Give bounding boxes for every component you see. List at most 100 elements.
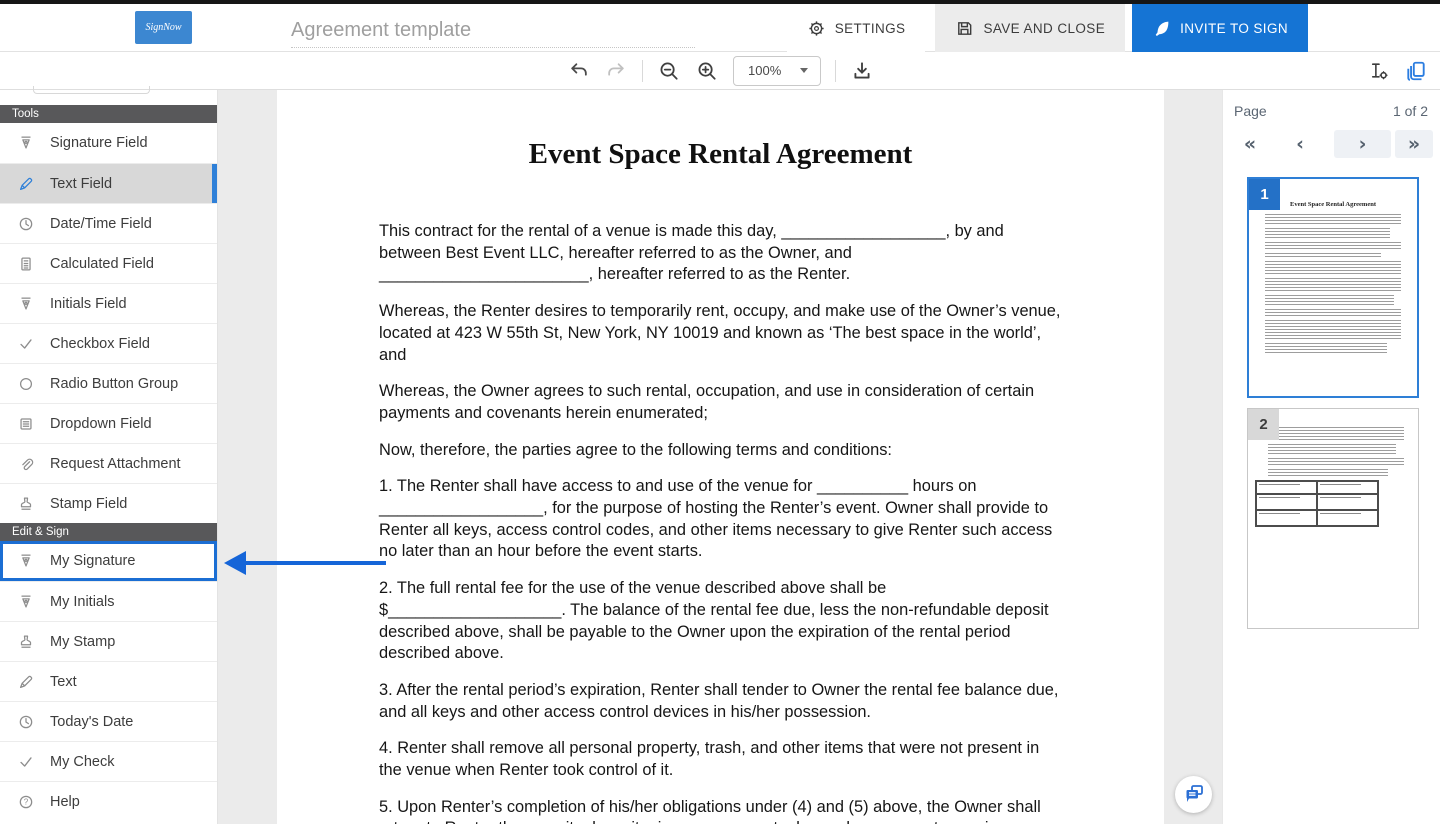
sidebar-item-text[interactable]: Text: [0, 661, 217, 701]
sidebar-item-label: Stamp Field: [50, 496, 127, 512]
toolbar-center-group: 100%: [566, 52, 874, 89]
save-and-close-label: SAVE AND CLOSE: [983, 21, 1105, 36]
sidebar-item-my-initials[interactable]: My Initials: [0, 581, 217, 621]
redo-button[interactable]: [604, 59, 628, 83]
paragraph: 5. Upon Renter’s completion of his/her o…: [379, 797, 1064, 824]
field-settings-icon[interactable]: [1366, 59, 1390, 83]
previous-page-button[interactable]: ‹: [1285, 130, 1315, 158]
document-canvas[interactable]: Event Space Rental Agreement This contra…: [218, 90, 1222, 824]
download-button[interactable]: [850, 59, 874, 83]
last-page-button[interactable]: »: [1395, 130, 1433, 158]
pen-nib-icon: [16, 551, 36, 571]
edit-sign-section-header: Edit & Sign: [0, 523, 217, 541]
zoom-level-value: 100%: [748, 63, 781, 78]
paragraph: Whereas, the Owner agrees to such rental…: [379, 381, 1064, 424]
sidebar-item-my-stamp[interactable]: My Stamp: [0, 621, 217, 661]
sidebar-item-label: Text: [50, 674, 77, 690]
signature-table-cell: [1256, 510, 1317, 526]
clock-icon: [16, 214, 36, 234]
paragraph: 2. The full rental fee for the use of th…: [379, 578, 1064, 665]
zoom-in-button[interactable]: [695, 59, 719, 83]
paragraph: Whereas, the Renter desires to temporari…: [379, 301, 1064, 366]
circle-icon: [16, 374, 36, 394]
sidebar-item-my-check[interactable]: My Check: [0, 741, 217, 781]
sidebar-item-label: Help: [50, 794, 80, 810]
paragraph: Now, therefore, the parties agree to the…: [379, 440, 1064, 462]
calculator-icon: [16, 254, 36, 274]
sidebar-item-label: Text Field: [50, 176, 112, 192]
paperclip-icon: [16, 454, 36, 474]
page-thumbnail-2[interactable]: 2: [1247, 408, 1419, 629]
undo-button[interactable]: [566, 59, 590, 83]
save-and-close-button[interactable]: SAVE AND CLOSE: [935, 4, 1125, 52]
gear-icon: [807, 19, 826, 38]
chat-feedback-button[interactable]: [1175, 776, 1212, 813]
sidebar-item-label: My Signature: [50, 553, 135, 569]
sidebar-item-text-field[interactable]: Text Field: [0, 163, 217, 203]
settings-button[interactable]: SETTINGS: [787, 4, 926, 52]
signature-table-cell: [1256, 481, 1317, 494]
sidebar-item-label: Today's Date: [50, 714, 133, 730]
sidebar-item-datetime-field[interactable]: Date/Time Field: [0, 203, 217, 243]
sidebar-item-initials-field[interactable]: Initials Field: [0, 283, 217, 323]
toolbar-divider: [835, 60, 836, 82]
sidebar-item-calculated-field[interactable]: Calculated Field: [0, 243, 217, 283]
tools-section-header: Tools: [0, 105, 217, 123]
settings-label: SETTINGS: [835, 21, 906, 36]
stamp-icon: [16, 494, 36, 514]
sidebar-item-radio-button-group[interactable]: Radio Button Group: [0, 363, 217, 403]
page-thumbnail-1[interactable]: 1 Event Space Rental Agreement: [1247, 177, 1419, 398]
feather-icon: [1152, 19, 1171, 38]
page-indicator-row: Page 1 of 2: [1234, 103, 1428, 119]
sidebar-item-request-attachment[interactable]: Request Attachment: [0, 443, 217, 483]
sidebar-item-label: Calculated Field: [50, 256, 154, 272]
pencil-icon: [16, 174, 36, 194]
sidebar-item-label: Dropdown Field: [50, 416, 152, 432]
save-icon: [955, 19, 974, 38]
first-page-button[interactable]: «: [1235, 130, 1265, 158]
paragraph: This contract for the rental of a venue …: [379, 221, 1064, 286]
invite-to-sign-button[interactable]: INVITE TO SIGN: [1132, 4, 1308, 52]
page-navigation: « ‹ › »: [1223, 130, 1440, 158]
signnow-logo: SignNow: [135, 11, 192, 44]
sidebar-item-my-signature[interactable]: My Signature: [0, 541, 217, 581]
thumbnail-text-preview: [1268, 427, 1404, 476]
help-icon: ?: [16, 792, 36, 812]
sidebar-item-dropdown-field[interactable]: Dropdown Field: [0, 403, 217, 443]
document-title-input[interactable]: Agreement template: [291, 14, 695, 48]
page-number-badge: 2: [1248, 409, 1279, 440]
paragraph: 3. After the rental period’s expiration,…: [379, 680, 1064, 723]
sidebar-item-todays-date[interactable]: Today's Date: [0, 701, 217, 741]
page-label: Page: [1234, 103, 1267, 119]
sidebar-item-label: My Check: [50, 754, 114, 770]
zoom-level-dropdown[interactable]: 100%: [733, 56, 821, 86]
sidebar-item-help[interactable]: ? Help: [0, 781, 217, 821]
selected-indicator-bar: [212, 164, 217, 203]
sidebar-item-label: My Stamp: [50, 634, 115, 650]
paragraph: 4. Renter shall remove all personal prop…: [379, 738, 1064, 781]
check-icon: [16, 752, 36, 772]
sidebar-item-label: Date/Time Field: [50, 216, 152, 232]
pen-nib-icon: [16, 133, 36, 153]
document-toolbar: 100%: [0, 52, 1440, 90]
next-page-button[interactable]: ›: [1334, 130, 1391, 158]
list-box-icon: [16, 414, 36, 434]
pen-nib-icon: [16, 592, 36, 612]
toolbar-divider: [642, 60, 643, 82]
zoom-out-button[interactable]: [657, 59, 681, 83]
signature-table-preview: [1255, 480, 1379, 527]
paragraph: 1. The Renter shall have access to and u…: [379, 476, 1064, 563]
sidebar-item-label: My Initials: [50, 594, 114, 610]
sidebar-item-signature-field[interactable]: Signature Field: [0, 123, 217, 163]
sidebar-item-label: Initials Field: [50, 296, 127, 312]
page-count: 1 of 2: [1393, 103, 1428, 119]
pages-copy-icon[interactable]: [1404, 59, 1428, 83]
signature-table-cell: [1317, 481, 1378, 494]
sidebar-item-checkbox-field[interactable]: Checkbox Field: [0, 323, 217, 363]
sidebar-item-stamp-field[interactable]: Stamp Field: [0, 483, 217, 523]
pen-nib-icon: [16, 294, 36, 314]
invite-to-sign-label: INVITE TO SIGN: [1180, 21, 1288, 36]
stamp-icon: [16, 632, 36, 652]
chat-bubbles-icon: [1183, 782, 1205, 807]
app-window: SignNow Agreement template SETTINGS: [0, 0, 1440, 824]
